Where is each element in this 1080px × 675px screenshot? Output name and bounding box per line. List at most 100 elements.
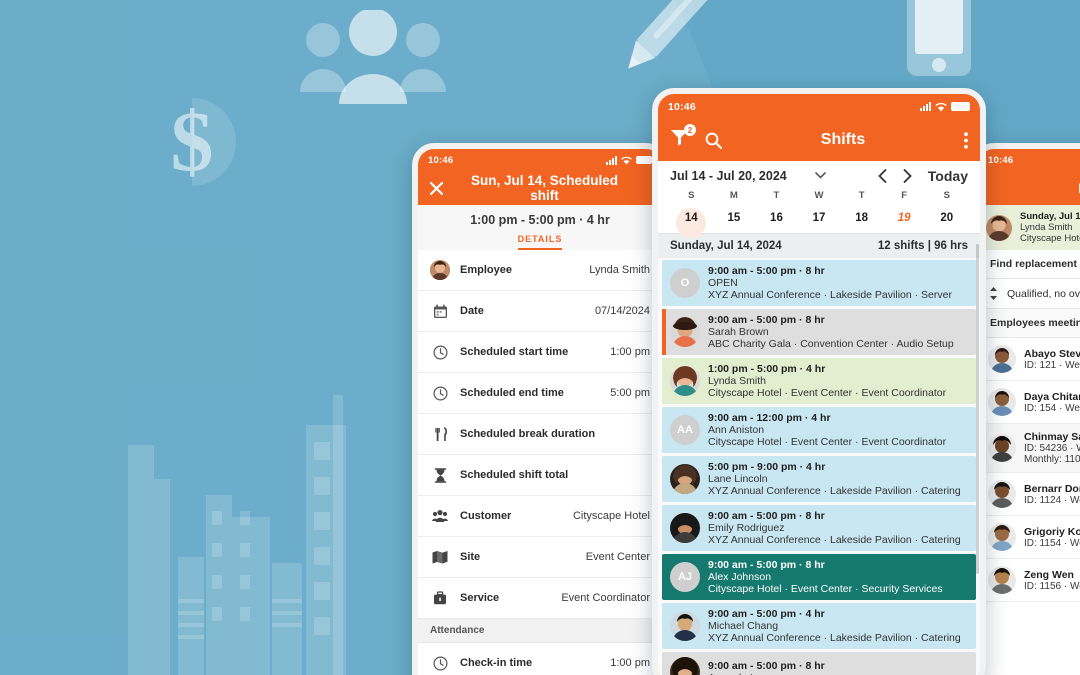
date-cell-15[interactable]: 15 (713, 207, 756, 233)
shift-list: O 9:00 am - 5:00 pm · 8 hr OPEN XYZ Annual … (658, 258, 980, 675)
dollar-icon: $ (171, 93, 236, 189)
list-item[interactable]: Daya Chitanis · ID: 154 · Week (978, 381, 1080, 424)
day-summary-bar: Sunday, Jul 14, 2024 12 shifts | 96 hrs (658, 233, 980, 258)
left-status-icons (606, 155, 652, 165)
chevron-left-icon[interactable] (878, 169, 887, 183)
shift-time: 5:00 pm - 9:00 pm · 4 hr (708, 461, 826, 473)
date-cell-14[interactable]: 14 (670, 207, 713, 233)
detail-row-end-time[interactable]: Scheduled end time 5:00 pm (418, 373, 662, 414)
left-status-bar: 10:46 (418, 149, 662, 171)
date-cell-16[interactable]: 16 (755, 207, 798, 233)
detail-row-checkin-time[interactable]: Check-in time 1:00 pm (418, 643, 662, 675)
detail-label: Employee (460, 264, 512, 276)
employee-name: Grigoriy Kozhu (1024, 525, 1080, 538)
detail-row-start-time[interactable]: Scheduled start time 1:00 pm (418, 332, 662, 373)
left-phone-screen: 10:46 Sun, Jul 14, Scheduled shift 1:00 … (418, 149, 662, 675)
dow-label: F (901, 190, 908, 201)
find-replacement-section-button[interactable]: Find replacement s (978, 250, 1080, 279)
detail-row-site[interactable]: Site Event Center (418, 537, 662, 578)
list-item[interactable]: Chinmay Saras ID: 54236 · Wee Monthly: 1… (978, 424, 1080, 473)
today-button[interactable]: Today (928, 168, 968, 184)
detail-value: Event Center (585, 551, 650, 563)
detail-label: Site (460, 551, 481, 563)
shift-detail: ABC Charity Gala · Convention Center · A… (708, 338, 954, 350)
center-app-bar: 2 Shifts (658, 119, 980, 161)
search-icon[interactable] (705, 132, 722, 149)
shift-list-item[interactable]: O 9:00 am - 5:00 pm · 8 hr OPEN XYZ Annual … (662, 260, 976, 306)
week-selector: Jul 14 - Jul 20, 2024 Today S M T W T F … (658, 161, 980, 233)
date-cell-20[interactable]: 20 (925, 207, 968, 233)
city-skyline-icon (120, 375, 450, 675)
chevron-right-icon[interactable] (903, 169, 912, 183)
shift-list-item[interactable]: AJ 9:00 am - 5:00 pm · 8 hr Alex Johnson Ci… (662, 554, 976, 600)
more-vertical-icon[interactable] (964, 131, 968, 149)
shift-text: 9:00 am - 5:00 pm · 8 hr Emily Rodriguez X… (708, 510, 961, 546)
date-cell-17[interactable]: 17 (798, 207, 841, 233)
list-item[interactable]: Zeng Wen ID: 1156 · Wee (978, 559, 1080, 602)
people-group-icon (300, 10, 446, 104)
week-nav-controls: Today (878, 168, 968, 184)
center-status-bar: 10:46 (658, 94, 980, 119)
right-app-bar: Find r (978, 171, 1080, 205)
detail-row-employee[interactable]: Employee Lynda Smith (418, 250, 662, 291)
shift-text: 9:00 am - 5:00 pm · 8 hr Sarah Brown ABC C… (708, 314, 954, 350)
scrollbar[interactable] (976, 244, 979, 574)
avatar (670, 513, 700, 543)
close-icon[interactable] (430, 181, 443, 195)
detail-row-shift-total[interactable]: Scheduled shift total (418, 455, 662, 496)
shift-text: 9:00 am - 5:00 pm · 8 hr Alex Johnson City… (708, 559, 943, 595)
shift-employee-name: OPEN (708, 277, 738, 289)
shift-list-item[interactable]: 9:00 am - 5:00 pm · 4 hr Michael Chang XYZ… (662, 603, 976, 649)
employee-meta: ID: 154 · Week (1024, 402, 1080, 414)
shift-list-item[interactable]: 9:00 am - 5:00 pm · 8 hr Emily Rodriguez X… (662, 505, 976, 551)
detail-row-service[interactable]: Service Event Coordinator (418, 578, 662, 619)
list-item[interactable]: Abayo Stevens ID: 121 · Week (978, 338, 1080, 381)
shift-list-item[interactable]: 9:00 am - 5:00 pm · 8 hr Sarah Brown ABC C… (662, 309, 976, 355)
detail-row-date[interactable]: Date 07/14/2024 (418, 291, 662, 332)
shift-detail: XYZ Annual Conference · Lakeside Pavilio… (708, 289, 952, 301)
shift-time: 9:00 am - 5:00 pm · 4 hr (708, 608, 825, 620)
filter-funnel-icon[interactable]: 2 (670, 124, 696, 151)
shift-detail: Cityscape Hotel · Event Center · Securit… (708, 583, 943, 595)
clock-icon (430, 653, 450, 673)
hourglass-icon (430, 465, 450, 485)
shift-list-item[interactable]: 9:00 am - 5:00 pm · 8 hrAmanda Lee (662, 652, 976, 675)
list-item[interactable]: Grigoriy Kozhu ID: 1154 · Wee (978, 516, 1080, 559)
phone-center-shifts-list: 10:46 2 Shifts Jul 14 - Jul 20, 2024 Tod… (652, 88, 986, 675)
avatar: AJ (670, 562, 700, 592)
list-item[interactable]: Bernarr Domini ID: 1124 · Wee (978, 473, 1080, 516)
banner-text: Sunday, Jul 14 · 1: Lynda Smith Cityscap… (1020, 211, 1080, 244)
shift-time-summary: 1:00 pm - 5:00 pm · 4 hr (470, 213, 610, 227)
avatar (670, 366, 700, 396)
date-number: 16 (770, 212, 783, 224)
employee-text: Bernarr Domini ID: 1124 · Wee (1024, 483, 1080, 506)
week-range-label: Jul 14 - Jul 20, 2024 (670, 169, 787, 183)
qualification-filter-row[interactable]: Qualified, no overtin (978, 279, 1080, 309)
detail-value: 1:00 pm (610, 346, 650, 358)
dow-label: S (943, 190, 950, 201)
shift-text: 9:00 am - 5:00 pm · 8 hr OPEN XYZ Annual C… (708, 265, 952, 301)
employee-name: Chinmay Saras (1024, 431, 1080, 443)
shift-list-item[interactable]: 5:00 pm - 9:00 pm · 4 hr Lane Lincoln XYZ … (662, 456, 976, 502)
employee-name: Abayo Stevens (1024, 347, 1080, 360)
detail-value: Lynda Smith (589, 264, 650, 276)
date-cell-19[interactable]: 19 (883, 207, 926, 233)
detail-row-break-duration[interactable]: Scheduled break duration (418, 414, 662, 455)
day-summary-label: 12 shifts | 96 hrs (877, 240, 968, 252)
detail-value: 07/14/2024 (594, 305, 650, 317)
shift-detail: XYZ Annual Conference · Lakeside Pavilio… (708, 485, 961, 497)
employee-text: Chinmay Saras ID: 54236 · Wee Monthly: 1… (1024, 431, 1080, 465)
shift-list-item[interactable]: 1:00 pm - 5:00 pm · 4 hr Lynda Smith Citys… (662, 358, 976, 404)
avatar (670, 317, 700, 347)
detail-row-customer[interactable]: Customer Cityscape Hotel (418, 496, 662, 537)
banner-line-1: Sunday, Jul 14 · 1: (1020, 211, 1080, 222)
shift-employee-name: Alex Johnson (708, 571, 772, 583)
people-icon (430, 506, 450, 526)
shift-list-item[interactable]: AA 9:00 am - 12:00 pm · 4 hr Ann Aniston Ci… (662, 407, 976, 453)
date-cell-18[interactable]: 18 (840, 207, 883, 233)
shift-time: 9:00 am - 5:00 pm · 8 hr (708, 265, 825, 277)
chevron-down-icon[interactable] (814, 171, 826, 181)
tab-details[interactable]: DETAILS (517, 234, 563, 250)
shift-time: 9:00 am - 5:00 pm · 8 hr (708, 559, 825, 571)
date-number: 19 (897, 212, 911, 224)
